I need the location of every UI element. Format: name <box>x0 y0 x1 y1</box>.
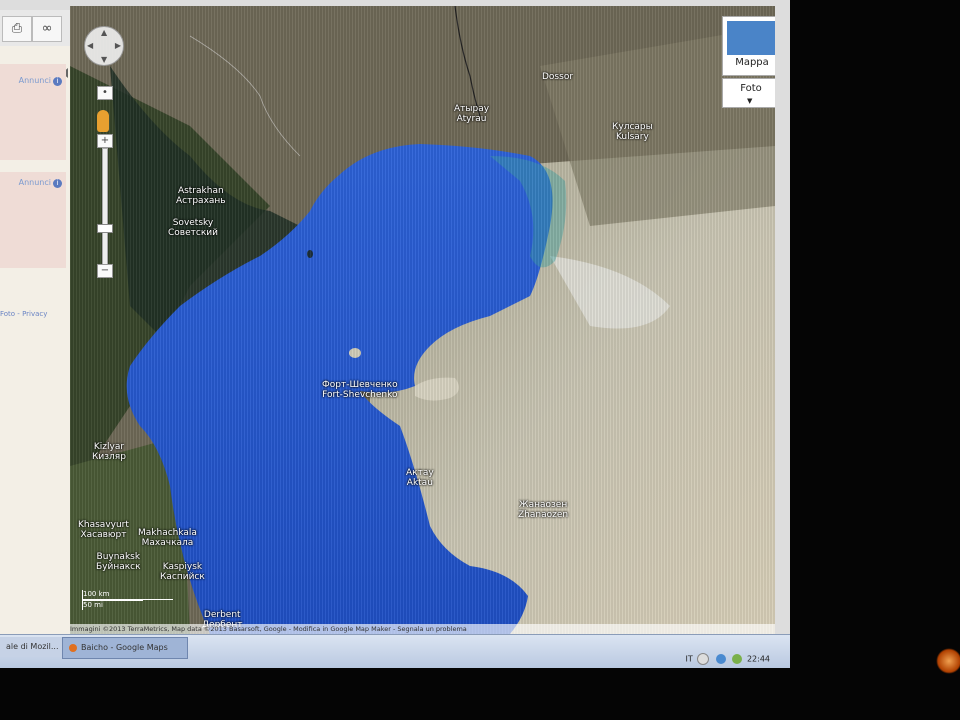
link-icon[interactable]: ∞ <box>32 16 62 42</box>
photo-layer-button[interactable]: Foto ▼ <box>722 78 775 108</box>
language-indicator[interactable]: IT <box>686 655 693 664</box>
map-thumbnail-icon <box>727 21 775 55</box>
photo-layer-label: Foto <box>740 83 762 94</box>
network-icon[interactable] <box>697 653 710 665</box>
place-label: Buynaksk Буйнакск <box>96 552 141 572</box>
place-label: Astrakhan Астрахань <box>176 186 226 206</box>
map-attribution: Immagini ©2013 TerraMetrics, Map data ©2… <box>70 624 775 634</box>
maps-toolbar: ⎙ ∞ <box>0 10 70 47</box>
system-tray: IT 22:44 <box>686 653 770 665</box>
place-label: Kizlyar Кизляр <box>92 442 126 462</box>
taskbar-item-google-maps[interactable]: Baicho - Google Maps <box>62 637 188 659</box>
pan-up-icon[interactable]: ▲ <box>101 28 107 37</box>
street-view-pegman-icon[interactable] <box>97 110 109 132</box>
info-icon[interactable]: i <box>53 179 62 188</box>
background-light <box>936 648 960 674</box>
printer-icon[interactable]: ⎙ <box>2 16 32 42</box>
pan-down-icon[interactable]: ▼ <box>101 55 107 64</box>
pan-right-icon[interactable]: ▶ <box>115 41 121 50</box>
pan-left-icon[interactable]: ◀ <box>87 41 93 50</box>
firefox-icon <box>69 643 77 652</box>
place-label: Dossor <box>542 72 574 82</box>
info-icon[interactable]: i <box>53 77 62 86</box>
place-label: Khasavyurt Хасавюрт <box>78 520 129 540</box>
place-label: Актау Aktau <box>406 468 434 488</box>
taskbar-item[interactable]: ale di Mozil... <box>0 637 62 657</box>
clock[interactable]: 22:44 <box>747 655 770 664</box>
taskbar: ale di Mozil... Baicho - Google Maps IT … <box>0 634 790 668</box>
chevron-down-icon: ▼ <box>747 97 753 105</box>
scale-bar: 100 km 50 mi <box>82 590 178 614</box>
place-label: Жанаозен Zhanaozen <box>518 500 569 520</box>
monitor-screen: ⎙ ∞ Annunci i Annunci i Foto - Privacy D… <box>0 0 790 668</box>
place-label: Атырау Atyrau <box>454 104 490 124</box>
volume-icon[interactable] <box>715 654 726 664</box>
privacy-link[interactable]: Foto - Privacy <box>0 310 47 318</box>
place-label: Кулсары Kulsary <box>612 122 653 142</box>
zoom-out-button[interactable]: − <box>97 264 113 278</box>
satellite-map[interactable]: Dossor Атырау Atyrau Кулсары Kulsary Astra… <box>70 6 775 634</box>
map-layer-button[interactable]: Mappa <box>722 16 775 76</box>
zoom-slider-handle[interactable] <box>97 224 113 233</box>
zoom-slider-track[interactable] <box>102 148 108 276</box>
pan-control[interactable]: ▲ ▼ ◀ ▶ <box>84 26 124 66</box>
left-sidebar: Annunci i Annunci i Foto - Privacy <box>0 46 70 634</box>
sidebar-ad[interactable]: Annunci i <box>0 64 66 160</box>
place-label: Форт-Шевченко Fort-Shevchenko <box>322 380 398 400</box>
security-icon[interactable] <box>732 654 743 664</box>
zoom-reset-button[interactable]: • <box>97 86 113 100</box>
scale-bar-km: 100 km <box>82 590 173 600</box>
place-label: Sovetsky Советский <box>168 218 218 238</box>
scale-bar-mi: 50 mi <box>82 600 143 610</box>
map-layer-label: Mappa <box>735 57 769 68</box>
ad-label: Annunci i <box>19 178 62 188</box>
sidebar-ad[interactable]: Annunci i <box>0 172 66 268</box>
ad-label: Annunci i <box>19 76 62 86</box>
place-label: Kaspiysk Каспийск <box>160 562 205 582</box>
place-label: Makhachkala Махачкала <box>138 528 197 548</box>
zoom-in-button[interactable]: + <box>97 134 113 148</box>
